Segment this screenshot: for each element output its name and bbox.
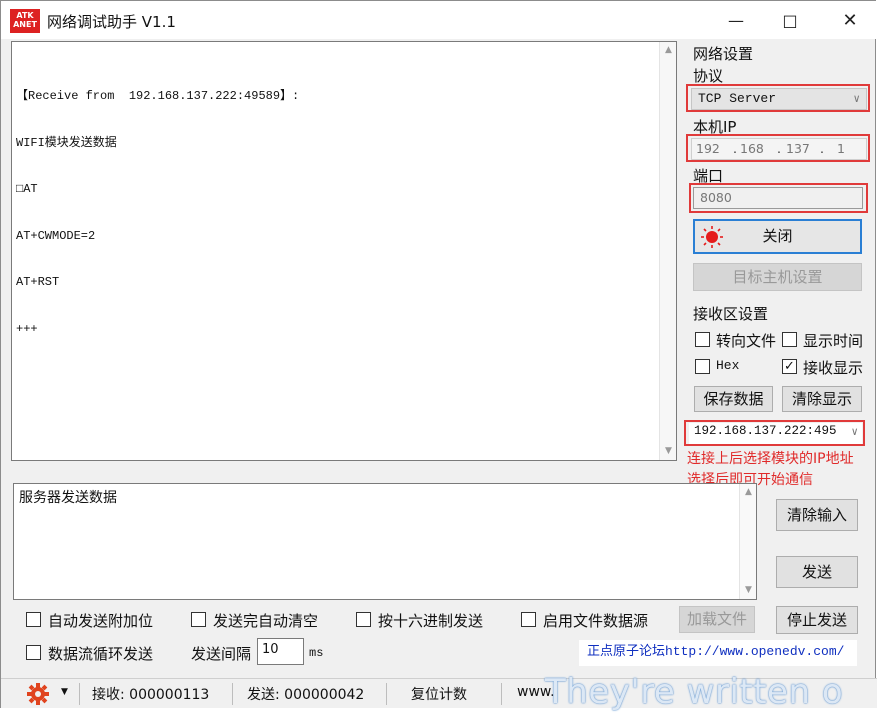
load-file-button[interactable]: 加载文件	[679, 606, 755, 633]
ip-octet: 137	[786, 141, 810, 156]
send-count: 发送: 000000042	[247, 687, 365, 703]
close-button-label: 关闭	[762, 227, 793, 245]
network-settings-title: 网络设置	[693, 45, 754, 63]
local-ip-field[interactable]: 192 . 168 . 137 . 1	[691, 138, 867, 160]
redirect-file-label: 转向文件	[716, 332, 777, 350]
file-source-label: 启用文件数据源	[543, 612, 649, 630]
minimize-icon[interactable]: —	[713, 1, 759, 39]
scroll-down-icon[interactable]: ▼	[660, 443, 677, 460]
stop-send-button[interactable]: 停止发送	[776, 606, 858, 634]
send-area[interactable]: 服务器发送数据 ▲ ▼	[13, 483, 757, 600]
chevron-down-icon: ∨	[851, 427, 858, 439]
file-source-checkbox[interactable]	[521, 612, 536, 627]
app-logo-icon: ATK ANET	[10, 9, 40, 33]
chevron-down-icon: ∨	[853, 94, 860, 106]
target-host-button[interactable]: 目标主机设置	[693, 263, 862, 291]
status-separator	[232, 683, 233, 705]
close-window-icon[interactable]: ✕	[827, 1, 873, 39]
show-time-label: 显示时间	[803, 332, 864, 350]
receive-line: AT+CWMODE=2	[16, 228, 96, 243]
interval-input[interactable]: 10	[257, 638, 304, 665]
loop-send-checkbox[interactable]	[26, 645, 41, 660]
gear-icon[interactable]	[27, 683, 49, 705]
ip-octet: 168	[740, 141, 764, 156]
receive-line: AT+RST	[16, 275, 60, 289]
receive-text: 【Receive from 192.168.137.222:49589】: WI…	[16, 58, 656, 368]
status-separator	[501, 683, 502, 705]
receive-scrollbar[interactable]: ▲ ▼	[659, 42, 676, 460]
forum-link[interactable]: 正点原子论坛http://www.openedv.com/	[579, 640, 857, 666]
receive-display-label: 接收显示	[803, 359, 864, 377]
receive-line: □AT	[16, 182, 38, 196]
reset-count-button[interactable]: 复位计数	[411, 684, 467, 704]
ip-dot: .	[733, 141, 737, 156]
ip-octet: 192	[696, 141, 720, 156]
send-button[interactable]: 发送	[776, 556, 858, 588]
clear-display-button[interactable]: 清除显示	[782, 386, 862, 412]
client-select-value: 192.168.137.222:495	[694, 424, 837, 438]
status-separator	[79, 683, 80, 705]
hint-line: 连接上后选择模块的IP地址	[687, 451, 854, 467]
hex-send-checkbox[interactable]	[356, 612, 371, 627]
watermark-text: They're written o	[545, 672, 844, 712]
client-select[interactable]: 192.168.137.222:495 ∨	[689, 423, 862, 444]
scroll-up-icon[interactable]: ▲	[740, 484, 757, 501]
window-title: 网络调试助手 V1.1	[47, 13, 176, 31]
receive-line: +++	[16, 321, 38, 336]
ip-dot: .	[777, 141, 781, 156]
auto-clear-label: 发送完自动清空	[213, 612, 319, 630]
ip-octet: 1	[837, 141, 845, 156]
protocol-label: 协议	[693, 67, 724, 85]
protocol-select[interactable]: TCP Server ∨	[691, 88, 867, 110]
auto-append-checkbox[interactable]	[26, 612, 41, 627]
auto-append-label: 自动发送附加位	[48, 612, 154, 630]
interval-label: 发送间隔	[191, 645, 252, 663]
loop-send-label: 数据流循环发送	[48, 645, 154, 663]
hex-label: Hex	[716, 358, 740, 373]
port-input[interactable]: 8080	[693, 187, 863, 209]
clear-input-button[interactable]: 清除输入	[776, 499, 858, 531]
receive-count: 接收: 000000113	[92, 687, 210, 703]
connection-status-icon	[701, 226, 723, 248]
maximize-icon[interactable]: □	[767, 1, 813, 39]
receive-area[interactable]: 【Receive from 192.168.137.222:49589】: WI…	[11, 41, 677, 461]
protocol-value: TCP Server	[698, 91, 777, 106]
auto-clear-checkbox[interactable]	[191, 612, 206, 627]
status-separator	[386, 683, 387, 705]
title-bar: ATK ANET 网络调试助手 V1.1 — □ ✕	[1, 1, 877, 39]
menu-dropdown-icon[interactable]: ▼	[61, 687, 68, 697]
send-text: 服务器发送数据	[19, 490, 117, 506]
background-app-strip	[876, 0, 888, 714]
scroll-up-icon[interactable]: ▲	[660, 42, 677, 59]
show-time-checkbox[interactable]	[782, 332, 797, 347]
ip-dot: .	[820, 141, 824, 156]
receive-settings-title: 接收区设置	[693, 305, 769, 323]
close-connection-button[interactable]: 关闭	[693, 219, 862, 254]
interval-unit: ms	[309, 646, 324, 660]
app-window: ATK ANET 网络调试助手 V1.1 — □ ✕ 【Receive from …	[0, 0, 877, 709]
hex-send-label: 按十六进制发送	[378, 612, 484, 630]
send-scrollbar[interactable]: ▲ ▼	[739, 484, 756, 599]
receive-line: WIFI模块发送数据	[16, 135, 117, 150]
redirect-file-checkbox[interactable]	[695, 332, 710, 347]
scroll-down-icon[interactable]: ▼	[740, 582, 757, 599]
receive-display-checkbox[interactable]: ✓	[782, 359, 797, 374]
receive-line: 【Receive from 192.168.137.222:49589】:	[16, 89, 300, 103]
save-data-button[interactable]: 保存数据	[694, 386, 773, 412]
hex-checkbox[interactable]	[695, 359, 710, 374]
